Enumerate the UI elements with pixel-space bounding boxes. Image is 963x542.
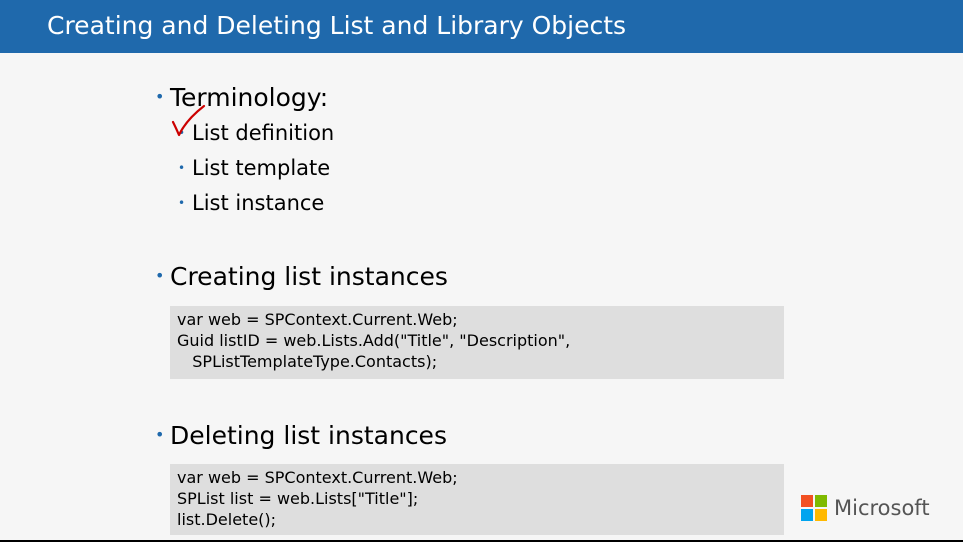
microsoft-logo: Microsoft xyxy=(801,494,930,521)
slide-title: Creating and Deleting List and Library O… xyxy=(47,11,627,40)
bullet-deleting-label: Deleting list instances xyxy=(170,421,447,450)
bullet-dot: • xyxy=(155,87,165,106)
microsoft-logo-icon xyxy=(801,494,827,521)
checkmark-icon xyxy=(171,104,206,137)
bullet-deleting: • Deleting list instances xyxy=(155,419,447,452)
bullet-creating-label: Creating list instances xyxy=(170,262,448,291)
sub-bullet-label: List definition xyxy=(192,121,335,145)
logo-square-yellow xyxy=(815,508,827,521)
logo-square-blue xyxy=(801,508,813,521)
bullet-dot: • xyxy=(155,266,165,285)
title-bar: Creating and Deleting List and Library O… xyxy=(0,0,963,53)
bullet-dot: • xyxy=(178,196,186,210)
logo-square-green xyxy=(815,494,827,507)
logo-square-red xyxy=(801,494,813,507)
bullet-creating: • Creating list instances xyxy=(155,260,448,293)
sub-bullet-list-instance: • List instance xyxy=(178,189,324,217)
brand-name: Microsoft xyxy=(834,495,930,520)
bullet-dot: • xyxy=(155,425,165,444)
code-block-delete: var web = SPContext.Current.Web; SPList … xyxy=(170,464,784,535)
sub-bullet-label: List template xyxy=(192,156,331,180)
sub-bullet-list-template: • List template xyxy=(178,154,330,182)
sub-bullet-label: List instance xyxy=(192,191,325,215)
code-block-create: var web = SPContext.Current.Web; Guid li… xyxy=(170,306,784,379)
bullet-dot: • xyxy=(178,161,186,175)
